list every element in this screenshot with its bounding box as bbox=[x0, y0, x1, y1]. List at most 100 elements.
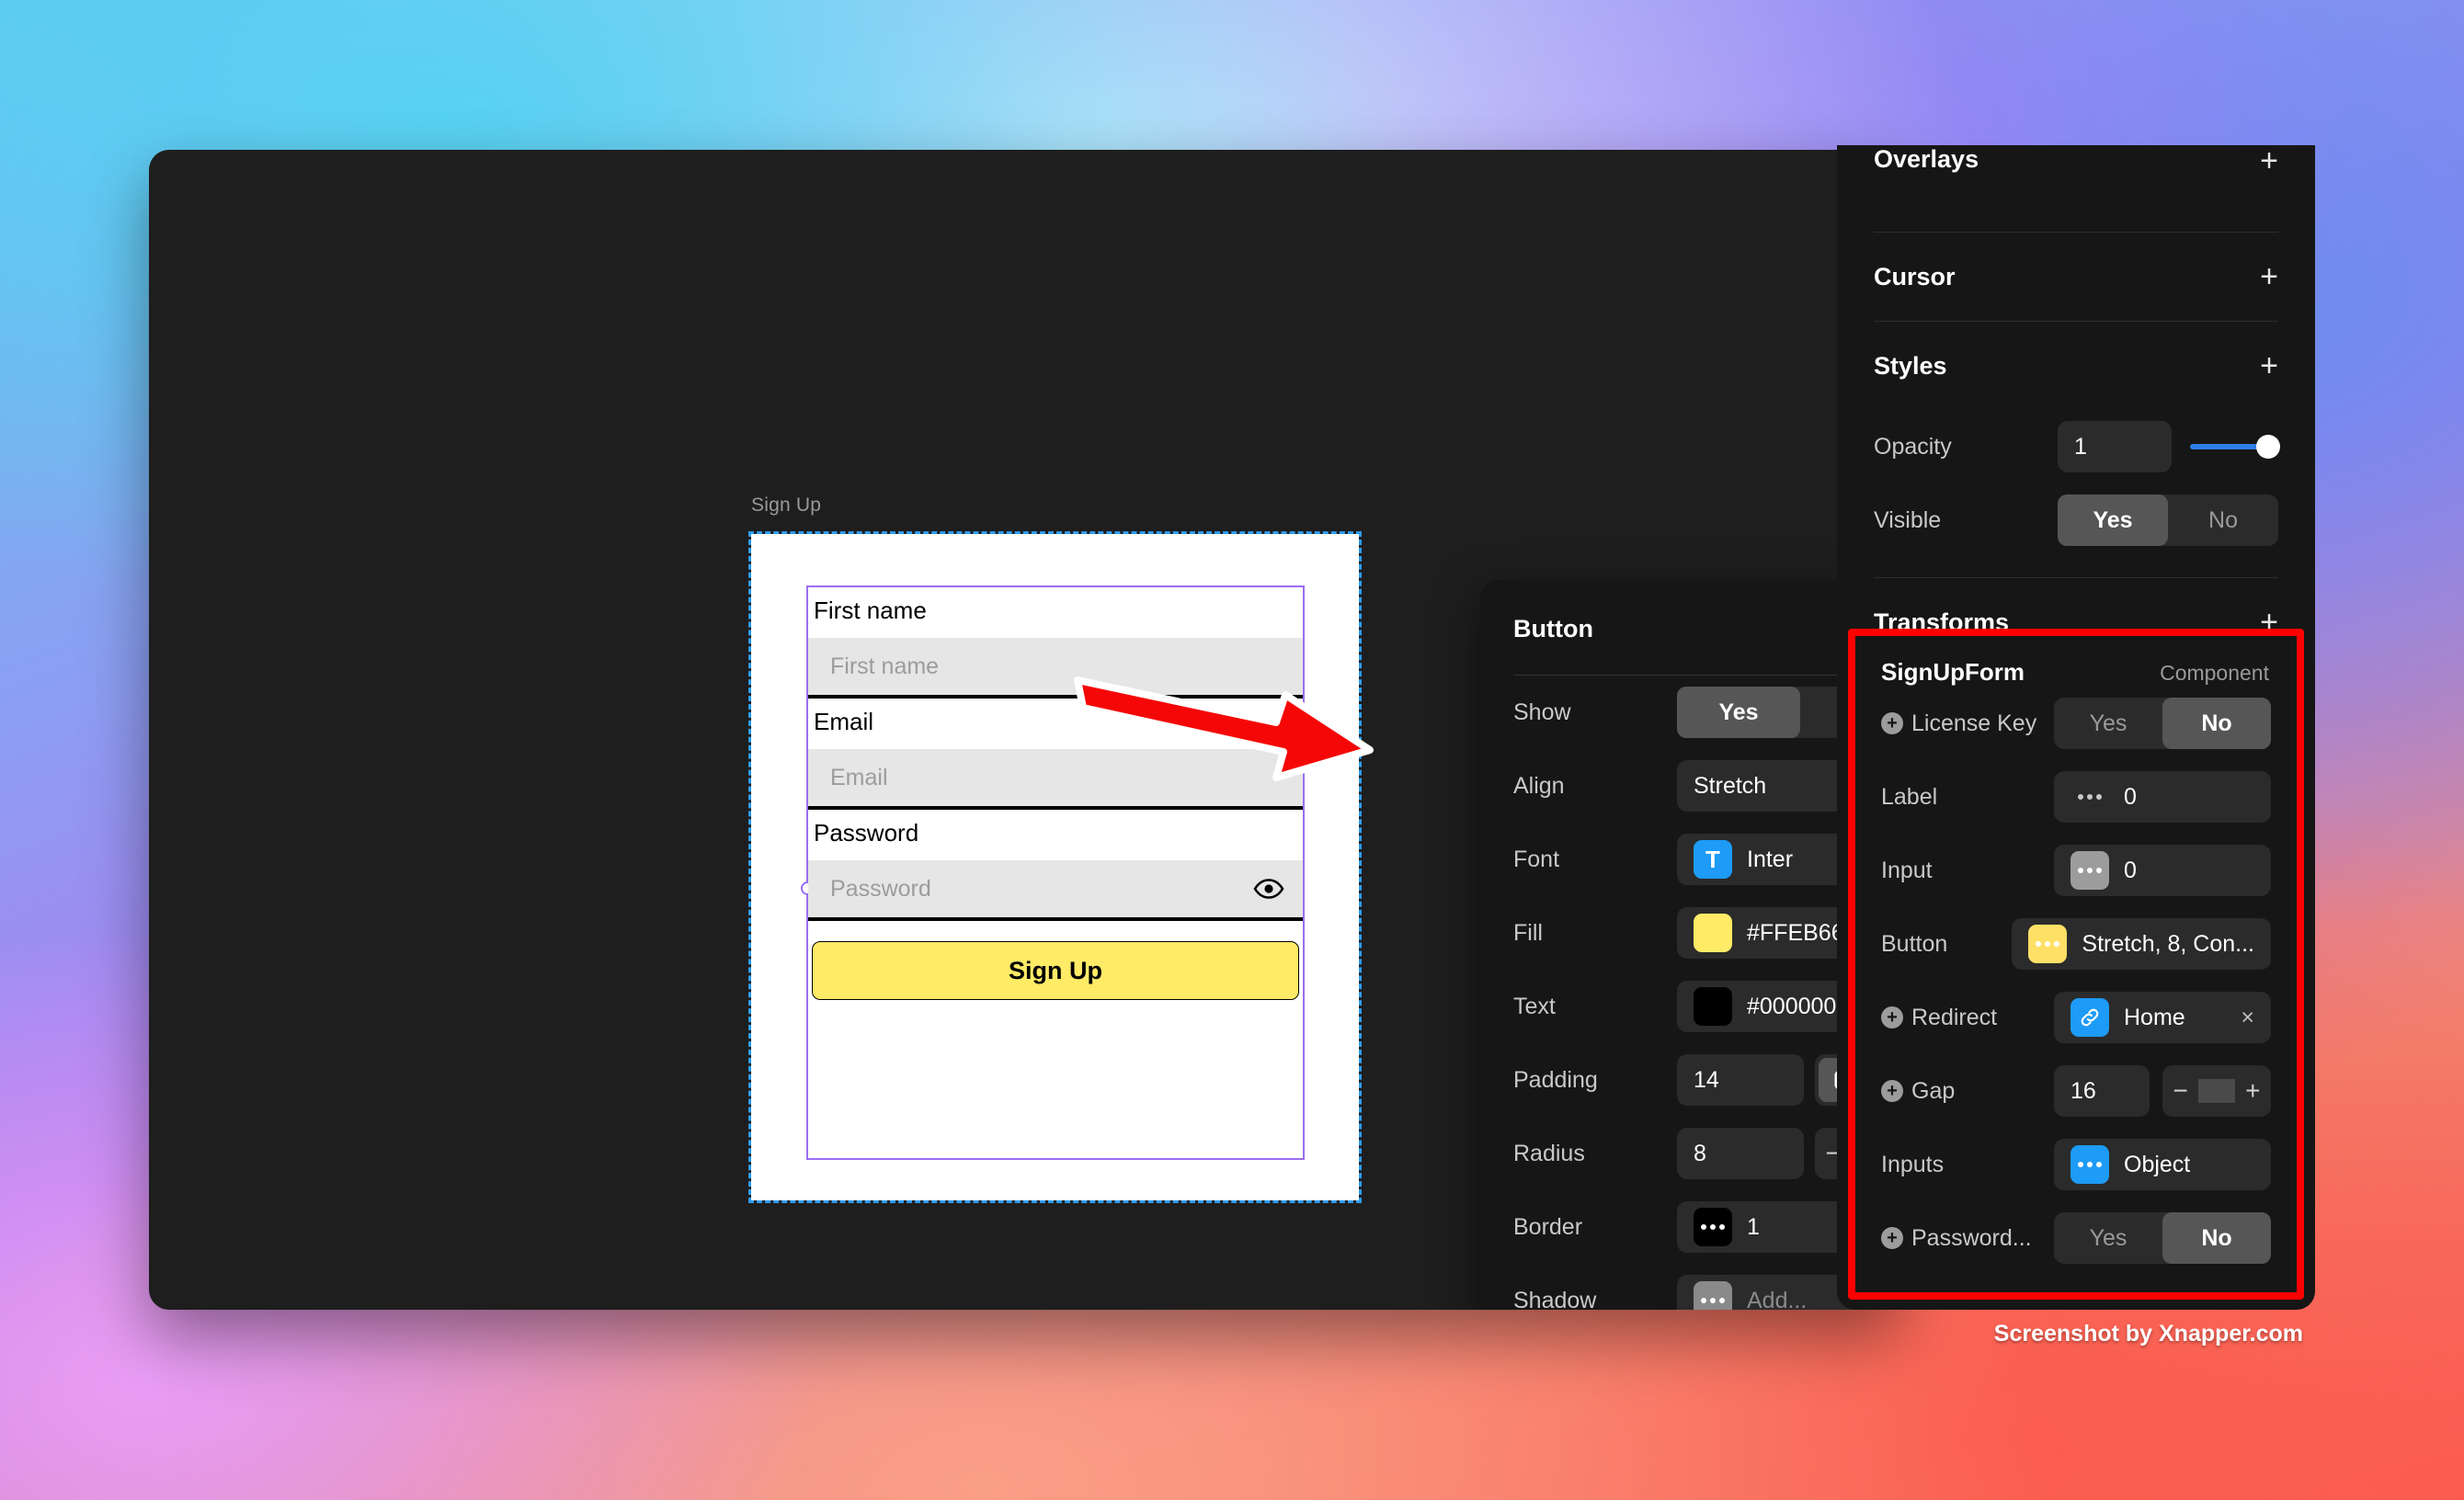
frame-label: Sign Up bbox=[751, 494, 822, 516]
add-cursor-icon[interactable]: + bbox=[2260, 261, 2278, 292]
section-title-styles: Styles bbox=[1874, 351, 1947, 380]
password-option-yes[interactable]: Yes bbox=[2054, 1212, 2162, 1264]
label-value: 0 bbox=[2124, 783, 2137, 810]
field-email: Email Email bbox=[808, 699, 1303, 810]
property-label-input: Input bbox=[1881, 858, 2054, 884]
input-token[interactable]: 0 bbox=[2054, 845, 2271, 896]
gap-input[interactable]: 16 bbox=[2054, 1065, 2150, 1117]
link-icon[interactable] bbox=[2070, 998, 2109, 1037]
align-value: Stretch bbox=[1694, 772, 1767, 799]
text-color-value: #000000 bbox=[1747, 993, 1837, 1019]
inputs-dots-icon[interactable] bbox=[2070, 1145, 2109, 1184]
clear-redirect-icon[interactable]: × bbox=[2241, 1005, 2254, 1031]
label-dots-icon[interactable] bbox=[2070, 778, 2109, 816]
license-key-option-yes[interactable]: Yes bbox=[2054, 698, 2162, 749]
sign-up-button[interactable]: Sign Up bbox=[812, 941, 1299, 1000]
redirect-token[interactable]: Home × bbox=[2054, 992, 2271, 1043]
fill-color-swatch[interactable] bbox=[1694, 914, 1732, 952]
add-property-icon[interactable]: + bbox=[1881, 1080, 1903, 1102]
border-dots-icon[interactable] bbox=[1694, 1208, 1732, 1246]
field-first-name: First name First name bbox=[808, 587, 1303, 699]
gap-label-text: Gap bbox=[1911, 1077, 1956, 1104]
padding-input[interactable]: 14 bbox=[1677, 1054, 1804, 1106]
text-color-swatch[interactable] bbox=[1694, 987, 1732, 1026]
property-label-label: Label bbox=[1881, 784, 2054, 811]
visible-option-yes[interactable]: Yes bbox=[2058, 494, 2168, 546]
property-row-label: Label 0 bbox=[1855, 760, 2297, 834]
add-property-icon[interactable]: + bbox=[1881, 1227, 1903, 1249]
property-row-redirect: + Redirect Home × bbox=[1855, 981, 2297, 1054]
field-input-password[interactable]: Password bbox=[808, 860, 1303, 921]
license-key-segmented-control[interactable]: Yes No bbox=[2054, 698, 2271, 749]
inputs-token[interactable]: Object bbox=[2054, 1139, 2271, 1190]
opacity-input[interactable]: 1 bbox=[2058, 421, 2172, 472]
field-label-first-name: First name bbox=[814, 597, 927, 624]
radius-input[interactable]: 8 bbox=[1677, 1128, 1804, 1179]
property-row-visible: Visible Yes No bbox=[1837, 483, 2315, 557]
license-key-option-no[interactable]: No bbox=[2162, 698, 2271, 749]
form-group-selection[interactable]: First name First name Email Email Passwo… bbox=[801, 585, 1305, 1160]
field-input-email[interactable]: Email bbox=[808, 749, 1303, 810]
input-value: 0 bbox=[2124, 857, 2137, 883]
password-option-no[interactable]: No bbox=[2162, 1212, 2271, 1264]
signupform-name: SignUpForm bbox=[1881, 658, 2025, 686]
password-label-text: Password... bbox=[1911, 1224, 2032, 1251]
section-header-styles[interactable]: Styles + bbox=[1837, 322, 2315, 410]
property-row-button: Button Stretch, 8, Con... bbox=[1855, 907, 2297, 981]
property-row-input: Input 0 bbox=[1855, 834, 2297, 907]
property-label-visible: Visible bbox=[1874, 506, 1942, 533]
shadow-dots-icon[interactable] bbox=[1694, 1281, 1732, 1310]
button-token[interactable]: Stretch, 8, Con... bbox=[2012, 918, 2271, 970]
radius-value: 8 bbox=[1694, 1140, 1706, 1166]
gap-increment-button[interactable]: + bbox=[2235, 1076, 2271, 1106]
visible-segmented-control[interactable]: Yes No bbox=[2058, 494, 2278, 546]
password-segmented-control[interactable]: Yes No bbox=[2054, 1212, 2271, 1264]
redirect-value: Home bbox=[2124, 1004, 2185, 1030]
add-property-icon[interactable]: + bbox=[1881, 712, 1903, 734]
redirect-label-text: Redirect bbox=[1911, 1004, 1998, 1030]
field-input-first-name[interactable]: First name bbox=[808, 638, 1303, 699]
label-token[interactable]: 0 bbox=[2054, 771, 2271, 823]
button-dots-icon[interactable] bbox=[2028, 925, 2068, 963]
field-password: Password Password bbox=[808, 810, 1303, 921]
artboard-sign-up[interactable]: First name First name Email Email Passwo… bbox=[748, 531, 1362, 1203]
field-placeholder-first-name: First name bbox=[830, 653, 940, 679]
section-header-cursor[interactable]: Cursor + bbox=[1837, 233, 2315, 321]
input-label-text: Input bbox=[1881, 857, 1933, 883]
property-label-redirect: + Redirect bbox=[1881, 1005, 2054, 1031]
property-row-license-key: + License Key Yes No bbox=[1855, 687, 2297, 760]
button-value: Stretch, 8, Con... bbox=[2082, 930, 2254, 957]
field-label-password: Password bbox=[814, 819, 919, 847]
input-dots-icon[interactable] bbox=[2070, 851, 2109, 890]
property-label-text: Text bbox=[1513, 993, 1556, 1019]
border-value: 1 bbox=[1747, 1213, 1760, 1240]
watermark: Screenshot by Xnapper.com bbox=[1993, 1321, 2303, 1347]
property-label-gap: + Gap bbox=[1881, 1078, 2054, 1105]
property-label-button: Button bbox=[1881, 931, 2012, 958]
property-row-opacity: Opacity 1 bbox=[1837, 410, 2315, 483]
inputs-label-text: Inputs bbox=[1881, 1151, 1945, 1177]
add-style-icon[interactable]: + bbox=[2260, 350, 2278, 381]
opacity-value: 1 bbox=[2074, 433, 2087, 460]
property-label-opacity: Opacity bbox=[1874, 433, 1952, 460]
section-header-overlays[interactable]: Overlays + bbox=[1837, 145, 2315, 193]
property-label-shadow: Shadow bbox=[1513, 1287, 1597, 1311]
show-option-yes[interactable]: Yes bbox=[1677, 687, 1800, 738]
add-overlay-icon[interactable]: + bbox=[2260, 145, 2278, 176]
property-label-radius: Radius bbox=[1513, 1140, 1585, 1166]
stepper-divider bbox=[2198, 1079, 2235, 1103]
eye-icon[interactable] bbox=[1253, 878, 1284, 900]
property-row-password: + Password... Yes No bbox=[1855, 1201, 2297, 1275]
property-label-padding: Padding bbox=[1513, 1066, 1598, 1093]
shadow-value: Add... bbox=[1747, 1287, 1808, 1311]
gap-decrement-button[interactable]: − bbox=[2162, 1076, 2198, 1106]
fill-color-value: #FFEB66 bbox=[1747, 919, 1844, 946]
signupform-component-panel: SignUpForm Component + License Key Yes N… bbox=[1848, 629, 2304, 1300]
gap-stepper[interactable]: − + bbox=[2162, 1065, 2271, 1117]
visible-option-no[interactable]: No bbox=[2168, 494, 2278, 546]
opacity-slider[interactable] bbox=[2190, 435, 2280, 459]
property-row-gap: + Gap 16 − + bbox=[1855, 1054, 2297, 1128]
add-property-icon[interactable]: + bbox=[1881, 1006, 1903, 1028]
field-placeholder-email: Email bbox=[830, 764, 888, 790]
opacity-slider-knob[interactable] bbox=[2256, 435, 2280, 459]
